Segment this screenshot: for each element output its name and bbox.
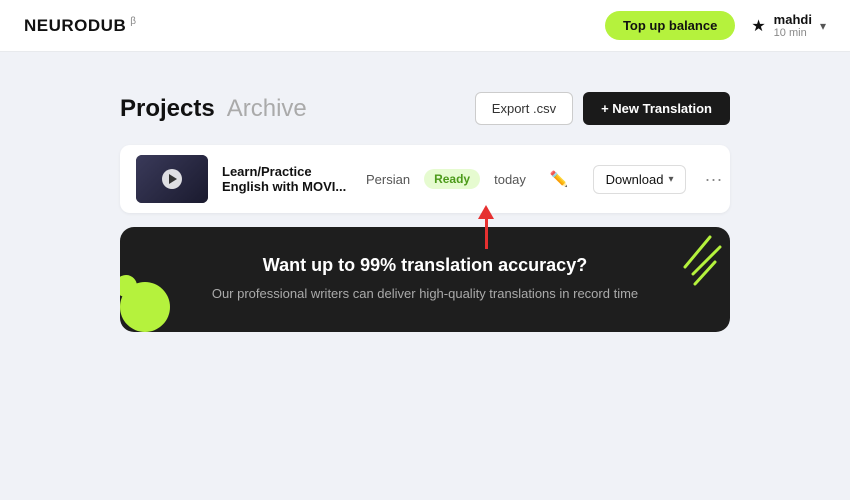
deco-circle-big — [120, 282, 170, 332]
projects-header: Projects Archive Export .csv + New Trans… — [120, 92, 730, 125]
red-arrow-indicator — [478, 205, 494, 249]
deco-right — [655, 232, 725, 302]
promo-description: Our professional writers can deliver hig… — [150, 284, 700, 304]
archive-title: Archive — [227, 95, 307, 123]
user-details: mahdi 10 min — [774, 12, 812, 39]
logo: NEURODUB β — [24, 16, 136, 36]
export-button[interactable]: Export .csv — [475, 92, 573, 125]
top-up-button[interactable]: Top up balance — [605, 11, 735, 40]
new-translation-button[interactable]: + New Translation — [583, 92, 730, 125]
header: NEURODUB β Top up balance ★ mahdi 10 min … — [0, 0, 850, 52]
arrow-head — [478, 205, 494, 219]
deco-left — [120, 267, 180, 332]
header-right: Top up balance ★ mahdi 10 min ▾ — [605, 11, 826, 40]
logo-beta: β — [130, 16, 136, 27]
play-button[interactable] — [162, 169, 182, 189]
user-name: mahdi — [774, 12, 812, 27]
arrow-line — [485, 219, 488, 249]
project-thumbnail — [136, 155, 208, 203]
actions-group: Export .csv + New Translation — [475, 92, 730, 125]
download-chevron-icon: ▾ — [668, 174, 673, 185]
chevron-down-icon: ▾ — [820, 19, 826, 33]
play-icon — [169, 174, 177, 184]
promo-banner: Want up to 99% translation accuracy? Our… — [120, 227, 730, 332]
projects-title: Projects — [120, 95, 215, 123]
title-group: Projects Archive — [120, 95, 307, 123]
project-language: Persian — [366, 172, 410, 187]
star-icon: ★ — [751, 16, 765, 36]
user-menu[interactable]: ★ mahdi 10 min ▾ — [751, 12, 826, 39]
more-options-button[interactable]: ··· — [704, 169, 722, 190]
logo-text: NEURODUB — [24, 16, 126, 36]
project-date: today — [494, 172, 526, 187]
project-name: Learn/Practice English with MOVI... — [222, 164, 352, 194]
download-label: Download — [606, 172, 664, 187]
main-content: Projects Archive Export .csv + New Trans… — [0, 52, 850, 332]
promo-title: Want up to 99% translation accuracy? — [150, 255, 700, 276]
status-badge: Ready — [424, 169, 480, 189]
project-row: Learn/Practice English with MOVI... Pers… — [120, 145, 730, 213]
edit-icon[interactable]: ✏️ — [550, 170, 569, 188]
download-button[interactable]: Download ▾ — [593, 165, 687, 194]
user-time: 10 min — [774, 27, 812, 39]
